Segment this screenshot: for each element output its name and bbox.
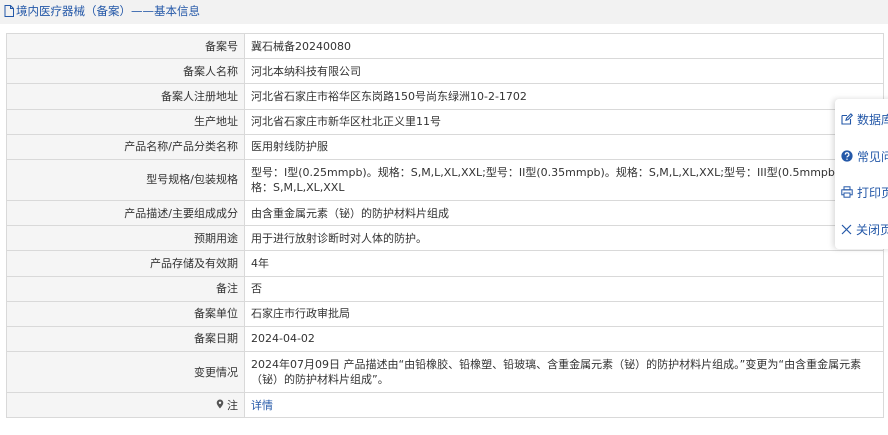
table-row: 注 详情 [6, 392, 884, 419]
table-row: 备案日期 2024-04-02 [6, 325, 884, 353]
print-icon [841, 186, 853, 198]
row-label: 备案人注册地址 [6, 83, 245, 110]
row-value: 2024-04-02 [244, 325, 884, 353]
side-item-close[interactable]: 关闭页面 [841, 219, 888, 239]
page-title: 境内医疗器械（备案）——基本信息 [4, 3, 200, 19]
location-pin-icon [216, 399, 228, 412]
side-item-label: 常见问题 [857, 149, 888, 164]
table-row: 产品存储及有效期 4年 [6, 250, 884, 277]
table-row: 备案人注册地址 河北省石家庄市裕华区东岗路150号尚东绿洲10-2-1702 [6, 83, 884, 110]
edit-icon [841, 113, 853, 125]
table-row: 产品名称/产品分类名称 医用射线防护服 [6, 133, 884, 160]
row-value: 否 [244, 275, 884, 302]
table-row: 变更情况 2024年07月09日 产品描述由“由铅橡胶、铅橡塑、铅玻璃、含重金属… [6, 351, 884, 394]
side-item-faq[interactable]: 常见问题 [841, 146, 888, 166]
document-icon [4, 5, 14, 17]
row-label: 生产地址 [6, 108, 245, 135]
row-value: 冀石械备20240080 [244, 32, 884, 60]
row-label: 备案号 [6, 32, 245, 60]
row-value: 医用射线防护服 [244, 133, 884, 160]
top-bar: 境内医疗器械（备案）——基本信息 [0, 0, 888, 24]
row-label: 备案单位 [6, 300, 245, 327]
row-label: 预期用途 [6, 225, 245, 252]
help-icon [841, 150, 853, 162]
table-row: 备注 否 [6, 275, 884, 302]
table-row: 型号规格/包装规格 型号：I型(0.25mmpb)。规格：S,M,L,XL,XX… [6, 158, 884, 201]
row-value: 河北本纳科技有限公司 [244, 58, 884, 85]
row-value: 河北省石家庄市新华区杜北正义里11号 [244, 108, 884, 135]
row-label: 型号规格/包装规格 [6, 158, 245, 201]
side-item-database[interactable]: 数据库 [841, 109, 888, 129]
table-row: 生产地址 河北省石家庄市新华区杜北正义里11号 [6, 108, 884, 135]
note-label-cell: 注 [6, 392, 245, 419]
info-table: 备案号 冀石械备20240080 备案人名称 河北本纳科技有限公司 备案人注册地… [6, 32, 884, 419]
table-row: 预期用途 用于进行放射诊断时对人体的防护。 [6, 225, 884, 252]
note-label: 注 [227, 398, 238, 412]
side-item-print[interactable]: 打印页面 [841, 182, 888, 202]
side-panel: 数据库 常见问题 打印页面 关闭页面 [835, 99, 888, 249]
row-value: 型号：I型(0.25mmpb)。规格：S,M,L,XL,XXL;型号：II型(0… [244, 158, 884, 201]
side-item-label: 关闭页面 [856, 222, 888, 237]
row-label: 备注 [6, 275, 245, 302]
row-label: 备案日期 [6, 325, 245, 353]
row-value: 4年 [244, 250, 884, 277]
row-value: 河北省石家庄市裕华区东岗路150号尚东绿洲10-2-1702 [244, 83, 884, 110]
row-label: 备案人名称 [6, 58, 245, 85]
side-item-label: 打印页面 [857, 185, 888, 200]
details-link[interactable]: 详情 [251, 399, 273, 412]
row-value: 用于进行放射诊断时对人体的防护。 [244, 225, 884, 252]
table-row: 备案单位 石家庄市行政审批局 [6, 300, 884, 327]
row-label: 产品描述/主要组成成分 [6, 199, 245, 227]
row-value: 2024年07月09日 产品描述由“由铅橡胶、铅橡塑、铅玻璃、含重金属元素（铋）… [244, 351, 884, 394]
page-title-text: 境内医疗器械（备案）——基本信息 [16, 4, 200, 18]
table-row: 备案号 冀石械备20240080 [6, 32, 884, 60]
side-item-label: 数据库 [857, 112, 888, 127]
table-row: 产品描述/主要组成成分 由含重金属元素（铋）的防护材料片组成 [6, 199, 884, 227]
row-label: 产品名称/产品分类名称 [6, 133, 245, 160]
row-label: 变更情况 [6, 351, 245, 394]
row-value: 详情 [244, 392, 884, 419]
row-value: 由含重金属元素（铋）的防护材料片组成 [244, 199, 884, 227]
table-row: 备案人名称 河北本纳科技有限公司 [6, 58, 884, 85]
close-icon [841, 224, 852, 234]
row-label: 产品存储及有效期 [6, 250, 245, 277]
row-value: 石家庄市行政审批局 [244, 300, 884, 327]
